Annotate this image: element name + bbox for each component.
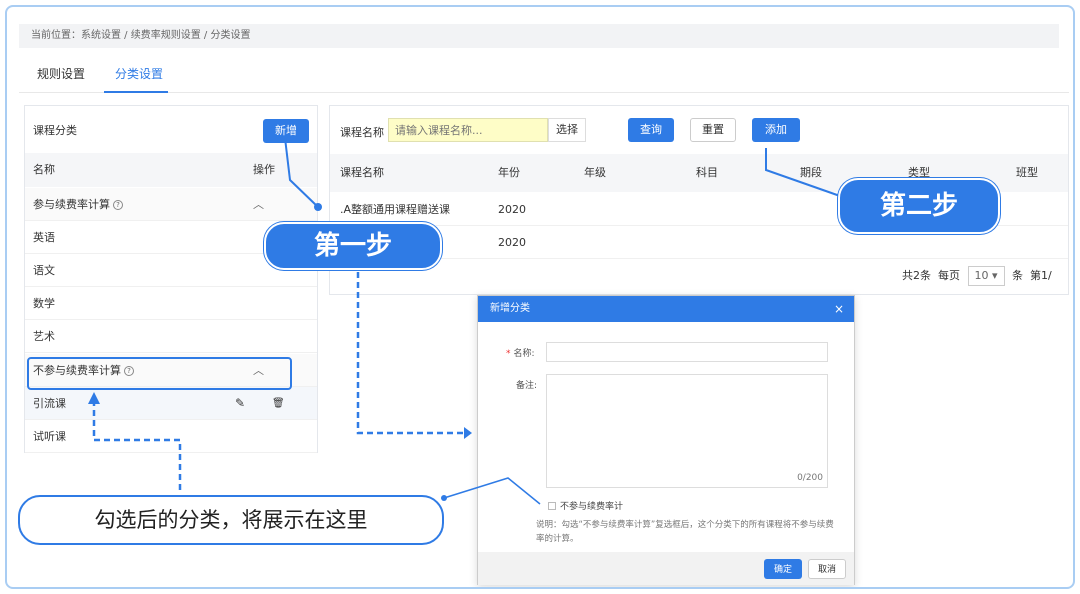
dialog-header: 新增分类 ×: [478, 296, 854, 322]
pager-page: 第1/: [1030, 269, 1052, 282]
edit-icon[interactable]: ✎: [235, 387, 245, 420]
note-callout: 勾选后的分类，将展示在这里: [18, 495, 444, 545]
category-panel-title: 课程分类: [33, 124, 77, 137]
note-textarea[interactable]: 0/200: [546, 374, 828, 488]
name-field-label: * 名称:: [506, 346, 535, 359]
exclude-checkbox-label[interactable]: 不参与续费率计: [560, 499, 623, 512]
col-name-header: 名称: [33, 163, 55, 176]
cancel-button[interactable]: 取消: [808, 559, 846, 579]
category-label: 艺术: [33, 330, 55, 343]
col-action-header: 操作: [253, 163, 275, 176]
confirm-button[interactable]: 确定: [764, 559, 802, 579]
pager-per-page-label: 每页: [938, 269, 960, 282]
cell-year: 2020: [498, 203, 526, 216]
category-label: 引流课: [33, 397, 66, 410]
pager-unit: 条: [1012, 269, 1024, 282]
pagination: 共2条 每页 10 ▾ 条 第1/: [902, 266, 1052, 286]
col-grade: 年级: [584, 166, 606, 179]
course-name-input[interactable]: [388, 118, 548, 142]
cell-year: 2020: [498, 236, 526, 249]
delete-icon[interactable]: 🗑: [272, 387, 285, 420]
active-tab-indicator: [104, 91, 168, 93]
page-size-value: 10: [974, 269, 989, 282]
pager-total: 共2条: [902, 269, 931, 282]
list-item[interactable]: 试听课: [25, 420, 317, 453]
col-period: 期段: [800, 166, 822, 179]
char-counter: 0/200: [797, 473, 823, 483]
select-button[interactable]: 选择: [548, 118, 586, 142]
explain-text: 说明：勾选“不参与续费率计算”复选框后，这个分类下的所有课程将不参与续费率的计算…: [536, 520, 834, 544]
add-category-dialog: 新增分类 × * 名称: 备注: 0/200 不参与续费率计 说明：勾选“不参与续…: [477, 295, 855, 585]
dialog-title: 新增分类: [490, 303, 530, 314]
exclude-checkbox[interactable]: [548, 502, 556, 510]
course-name-label: 课程名称: [340, 126, 384, 139]
close-icon[interactable]: ×: [834, 296, 844, 322]
col-subject: 科目: [696, 166, 718, 179]
category-table-header: 名称 操作: [25, 153, 317, 187]
page-size-select[interactable]: 10 ▾: [967, 266, 1005, 286]
col-class-type: 班型: [1016, 166, 1038, 179]
category-panel: 课程分类 新增 名称 操作 参与续费率计算? ︿ 英语 语文 数学 艺术 不参与…: [24, 105, 318, 453]
dialog-footer: 确定 取消: [478, 552, 854, 585]
group-label: 参与续费率计算: [33, 198, 110, 211]
name-label-text: 名称:: [513, 349, 535, 359]
required-mark: *: [506, 349, 511, 359]
category-label: 数学: [33, 297, 55, 310]
category-label: 英语: [33, 231, 55, 244]
name-input[interactable]: [546, 342, 828, 362]
col-course-name: 课程名称: [340, 166, 384, 179]
tab-rule-settings[interactable]: 规则设置: [37, 65, 85, 82]
category-group-participate[interactable]: 参与续费率计算? ︿: [25, 188, 317, 221]
breadcrumb: 当前位置：系统设置 / 续费率规则设置 / 分类设置: [19, 24, 1059, 48]
step2-callout: 第二步: [838, 178, 1000, 234]
add-course-button[interactable]: 添加: [752, 118, 800, 142]
add-category-button[interactable]: 新增: [263, 119, 309, 143]
highlight-box: [27, 357, 292, 390]
reset-button[interactable]: 重置: [690, 118, 736, 142]
tab-bar: 规则设置 分类设置: [19, 53, 1069, 93]
chevron-up-icon[interactable]: ︿: [253, 188, 264, 221]
category-label: 试听课: [33, 430, 66, 443]
list-item[interactable]: 艺术: [25, 320, 317, 353]
list-item[interactable]: 引流课 ✎ 🗑: [25, 387, 317, 420]
query-button[interactable]: 查询: [628, 118, 674, 142]
chevron-down-icon: ▾: [992, 269, 998, 282]
note-field-label: 备注:: [516, 381, 538, 391]
tab-category-settings[interactable]: 分类设置: [115, 65, 163, 82]
list-item[interactable]: 数学: [25, 287, 317, 320]
step1-callout: 第一步: [264, 222, 442, 270]
col-year: 年份: [498, 166, 520, 179]
category-label: 语文: [33, 264, 55, 277]
help-icon: ?: [113, 200, 123, 210]
